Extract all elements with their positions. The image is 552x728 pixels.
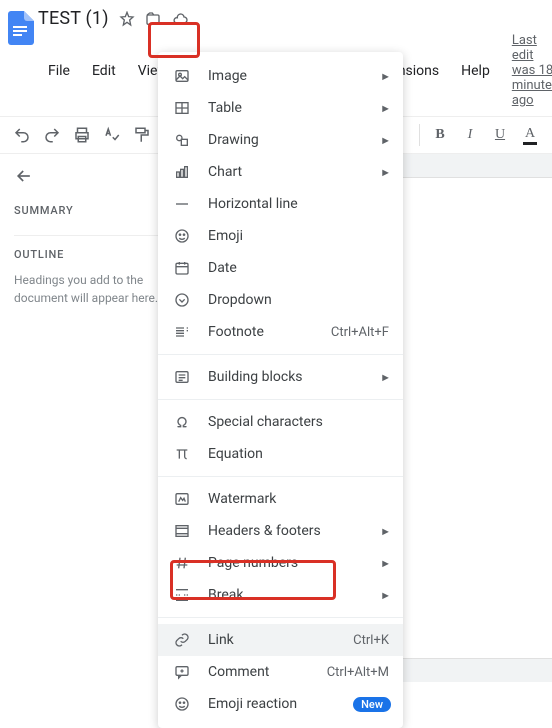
insert-emoji[interactable]: Emoji <box>158 220 403 252</box>
menu-item-label: Drawing <box>208 132 259 148</box>
calendar-icon <box>172 260 192 276</box>
watermark-icon <box>172 491 192 507</box>
comment-icon <box>172 664 192 680</box>
menu-item-label: Special characters <box>208 414 323 430</box>
print-button[interactable] <box>68 121 96 149</box>
menu-item-label: Footnote <box>208 324 264 340</box>
menu-help[interactable]: Help <box>451 57 500 85</box>
menu-item-label: Chart <box>208 164 242 180</box>
bold-button[interactable]: B <box>426 121 454 149</box>
close-outline-button[interactable] <box>14 166 169 186</box>
text-color-button[interactable]: A <box>516 121 544 149</box>
submenu-arrow-icon: ► <box>380 557 391 570</box>
shortcut-label: Ctrl+Alt+F <box>331 325 389 340</box>
insert-date[interactable]: Date <box>158 252 403 284</box>
italic-button[interactable]: I <box>456 121 484 149</box>
insert-image[interactable]: Image ► <box>158 60 403 92</box>
omega-icon <box>172 414 192 430</box>
cloud-status-icon[interactable] <box>171 11 189 27</box>
submenu-arrow-icon: ► <box>380 134 391 147</box>
submenu-arrow-icon: ► <box>380 525 391 538</box>
submenu-arrow-icon: ► <box>380 589 391 602</box>
spellcheck-button[interactable] <box>98 121 126 149</box>
insert-watermark[interactable]: Watermark <box>158 483 403 515</box>
insert-equation[interactable]: Equation <box>158 438 403 470</box>
menu-item-label: Page numbers <box>208 555 298 571</box>
insert-headers[interactable]: Headers & footers ► <box>158 515 403 547</box>
insert-link[interactable]: Link Ctrl+K <box>158 624 403 656</box>
hf-icon <box>172 523 192 539</box>
drawing-icon <box>172 132 192 148</box>
insert-pagenum[interactable]: Page numbers ► <box>158 547 403 579</box>
shortcut-label: Ctrl+K <box>353 633 389 648</box>
dropdown-icon <box>172 292 192 308</box>
pi-icon <box>172 446 192 462</box>
insert-comment[interactable]: Comment Ctrl+Alt+M <box>158 656 403 688</box>
redo-button[interactable] <box>38 121 66 149</box>
submenu-arrow-icon: ► <box>380 102 391 115</box>
insert-chart[interactable]: Chart ► <box>158 156 403 188</box>
insert-special[interactable]: Special characters <box>158 406 403 438</box>
menu-item-label: Emoji <box>208 228 243 244</box>
insert-footnote[interactable]: Footnote Ctrl+Alt+F <box>158 316 403 348</box>
hash-icon <box>172 555 192 571</box>
undo-button[interactable] <box>8 121 36 149</box>
last-edit-link[interactable]: Last edit was 18 minutes ago <box>512 33 552 108</box>
image-icon <box>172 68 192 84</box>
menu-item-label: Watermark <box>208 491 276 507</box>
menu-item-label: Date <box>208 260 237 276</box>
insert-break[interactable]: Break ► <box>158 579 403 611</box>
menu-item-label: Link <box>208 632 234 648</box>
menu-item-label: Equation <box>208 446 263 462</box>
menu-item-label: Headers & footers <box>208 523 321 539</box>
menu-item-label: Break <box>208 587 243 603</box>
smile-icon <box>172 696 192 712</box>
hrule-icon <box>172 196 192 212</box>
submenu-arrow-icon: ► <box>380 166 391 179</box>
submenu-arrow-icon: ► <box>380 371 391 384</box>
menu-item-label: Building blocks <box>208 369 303 385</box>
docs-logo[interactable] <box>8 10 34 46</box>
submenu-arrow-icon: ► <box>380 70 391 83</box>
menu-item-label: Comment <box>208 664 269 680</box>
menu-item-label: Table <box>208 100 242 116</box>
blocks-icon <box>172 369 192 385</box>
insert-menu: Image ► Table ► Drawing ► Chart ► Horizontal lin… <box>158 52 403 728</box>
insert-building[interactable]: Building blocks ► <box>158 361 403 393</box>
menu-file[interactable]: File <box>38 57 80 85</box>
insert-emojireact[interactable]: Emoji reaction New <box>158 688 403 720</box>
menu-edit[interactable]: Edit <box>82 57 126 85</box>
summary-heading: SUMMARY <box>14 204 169 217</box>
underline-button[interactable]: U <box>486 121 514 149</box>
outline-empty-text: Headings you add to the document will ap… <box>14 271 169 307</box>
move-icon[interactable] <box>145 11 161 27</box>
insert-table[interactable]: Table ► <box>158 92 403 124</box>
document-title[interactable]: TEST (1) <box>38 8 109 29</box>
menu-item-label: Image <box>208 68 247 84</box>
outline-heading: OUTLINE <box>14 235 169 261</box>
insert-dropdown[interactable]: Dropdown <box>158 284 403 316</box>
smile-icon <box>172 228 192 244</box>
menu-item-label: Dropdown <box>208 292 272 308</box>
menu-item-label: Emoji reaction <box>208 696 297 712</box>
new-badge: New <box>353 697 391 712</box>
menu-item-label: Horizontal line <box>208 196 298 212</box>
link-icon <box>172 632 192 648</box>
footnote-icon <box>172 324 192 340</box>
table-icon <box>172 100 192 116</box>
insert-drawing[interactable]: Drawing ► <box>158 124 403 156</box>
star-icon[interactable] <box>119 11 135 27</box>
paint-format-button[interactable] <box>128 121 156 149</box>
insert-hline[interactable]: Horizontal line <box>158 188 403 220</box>
break-icon <box>172 587 192 603</box>
shortcut-label: Ctrl+Alt+M <box>327 665 389 680</box>
chart-icon <box>172 164 192 180</box>
